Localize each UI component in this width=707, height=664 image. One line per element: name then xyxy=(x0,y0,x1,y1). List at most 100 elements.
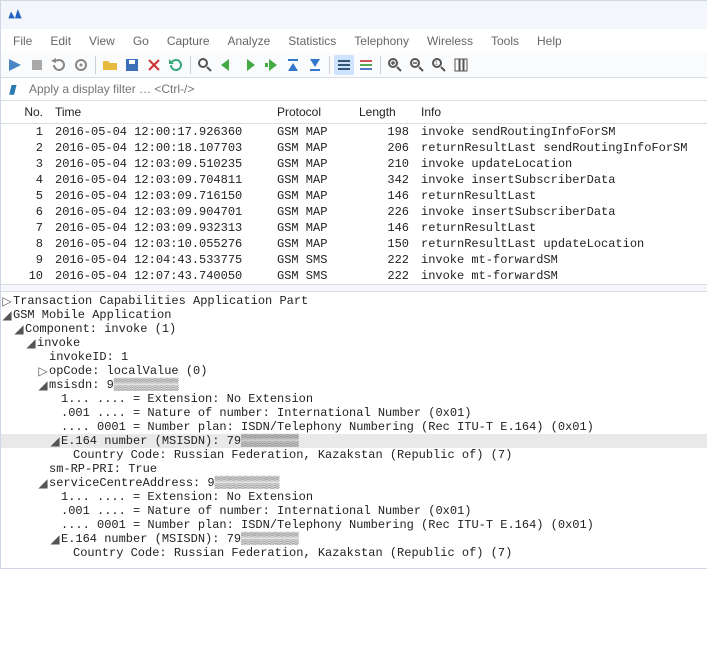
packet-row[interactable]: 62016-05-04 12:03:09.904701GSM MAP226inv… xyxy=(1,204,707,220)
packet-row[interactable]: 32016-05-04 12:03:09.510235GSM MAP210inv… xyxy=(1,156,707,172)
tree-ext2[interactable]: 1... .... = Extension: No Extension xyxy=(61,490,313,504)
display-filter-input[interactable] xyxy=(23,78,707,100)
tree-gsm[interactable]: GSM Mobile Application xyxy=(13,308,171,322)
collapse-icon[interactable]: ◢ xyxy=(1,308,13,322)
menu-file[interactable]: File xyxy=(5,31,40,51)
packet-row[interactable]: 82016-05-04 12:03:10.055276GSM MAP150ret… xyxy=(1,236,707,252)
cell-no: 7 xyxy=(1,220,49,236)
tree-e164[interactable]: E.164 number (MSISDN): 79▒▒▒▒▒▒▒▒ xyxy=(61,434,299,448)
capture-stop-icon[interactable] xyxy=(27,55,47,75)
save-file-icon[interactable] xyxy=(122,55,142,75)
menu-help[interactable]: Help xyxy=(529,31,570,51)
zoom-reset-icon[interactable]: 1 xyxy=(429,55,449,75)
col-info[interactable]: Info xyxy=(415,101,707,123)
tree-ext[interactable]: 1... .... = Extension: No Extension xyxy=(61,392,313,406)
app-window: File Edit View Go Capture Analyze Statis… xyxy=(0,0,707,569)
collapse-icon[interactable]: ◢ xyxy=(13,322,25,336)
svg-text:1: 1 xyxy=(435,61,438,67)
collapse-icon[interactable]: ◢ xyxy=(37,378,49,392)
display-filter-bar: ▮ xyxy=(1,78,707,101)
tree-plan2[interactable]: .... 0001 = Number plan: ISDN/Telephony … xyxy=(61,518,594,532)
tree-plan[interactable]: .... 0001 = Number plan: ISDN/Telephony … xyxy=(61,420,594,434)
tree-opcode[interactable]: opCode: localValue (0) xyxy=(49,364,207,378)
tree-smrp[interactable]: sm-RP-PRI: True xyxy=(49,462,157,476)
tree-msisdn[interactable]: msisdn: 9▒▒▒▒▒▒▒▒▒ xyxy=(49,378,179,392)
filter-bookmark-icon[interactable]: ▮ xyxy=(1,78,23,100)
menu-wireless[interactable]: Wireless xyxy=(419,31,481,51)
packet-row[interactable]: 22016-05-04 12:00:18.107703GSM MAP206ret… xyxy=(1,140,707,156)
cell-info: invoke sendRoutingInfoForSM xyxy=(415,124,707,140)
tree-cc[interactable]: Country Code: Russian Federation, Kazaks… xyxy=(73,448,512,462)
auto-scroll-icon[interactable] xyxy=(334,55,354,75)
menu-view[interactable]: View xyxy=(81,31,123,51)
collapse-icon[interactable]: ◢ xyxy=(49,532,61,546)
reload-icon[interactable] xyxy=(166,55,186,75)
go-forward-icon[interactable] xyxy=(239,55,259,75)
cell-info: returnResultLast updateLocation xyxy=(415,236,707,252)
go-last-icon[interactable] xyxy=(305,55,325,75)
col-time[interactable]: Time xyxy=(49,101,271,123)
col-proto[interactable]: Protocol xyxy=(271,101,353,123)
menu-edit[interactable]: Edit xyxy=(42,31,79,51)
collapse-icon[interactable]: ◢ xyxy=(37,476,49,490)
cell-protocol: GSM MAP xyxy=(271,236,353,252)
colorize-icon[interactable] xyxy=(356,55,376,75)
expand-icon[interactable]: ▷ xyxy=(1,294,13,308)
tree-component[interactable]: Component: invoke (1) xyxy=(25,322,176,336)
capture-restart-icon[interactable] xyxy=(49,55,69,75)
separator xyxy=(329,56,330,74)
find-icon[interactable] xyxy=(195,55,215,75)
tree-cc2[interactable]: Country Code: Russian Federation, Kazaks… xyxy=(73,546,512,560)
close-file-icon[interactable] xyxy=(144,55,164,75)
menu-analyze[interactable]: Analyze xyxy=(220,31,279,51)
tree-nature[interactable]: .001 .... = Nature of number: Internatio… xyxy=(61,406,471,420)
packet-list[interactable]: No. Time Protocol Length Info 12016-05-0… xyxy=(1,101,707,284)
collapse-icon[interactable]: ◢ xyxy=(25,336,37,350)
expand-icon[interactable]: ▷ xyxy=(37,364,49,378)
go-back-icon[interactable] xyxy=(217,55,237,75)
tree-invokeid[interactable]: invokeID: 1 xyxy=(49,350,128,364)
cell-info: returnResultLast xyxy=(415,220,707,236)
cell-time: 2016-05-04 12:03:09.904701 xyxy=(49,204,271,220)
packet-row[interactable]: 102016-05-04 12:07:43.740050GSM SMS222in… xyxy=(1,268,707,284)
tree-sca[interactable]: serviceCentreAddress: 9▒▒▒▒▒▒▒▒▒ xyxy=(49,476,279,490)
packet-row[interactable]: 42016-05-04 12:03:09.704811GSM MAP342inv… xyxy=(1,172,707,188)
cell-no: 5 xyxy=(1,188,49,204)
cell-time: 2016-05-04 12:03:09.932313 xyxy=(49,220,271,236)
cell-no: 9 xyxy=(1,252,49,268)
menu-capture[interactable]: Capture xyxy=(159,31,218,51)
cell-protocol: GSM MAP xyxy=(271,156,353,172)
tree-tcap[interactable]: Transaction Capabilities Application Par… xyxy=(13,294,308,308)
packet-details[interactable]: ▷Transaction Capabilities Application Pa… xyxy=(1,292,707,568)
go-to-packet-icon[interactable] xyxy=(261,55,281,75)
pane-splitter[interactable] xyxy=(1,284,707,292)
tree-e164b[interactable]: E.164 number (MSISDN): 79▒▒▒▒▒▒▒▒ xyxy=(61,532,299,546)
menu-tools[interactable]: Tools xyxy=(483,31,527,51)
packet-row[interactable]: 92016-05-04 12:04:43.533775GSM SMS222inv… xyxy=(1,252,707,268)
capture-start-icon[interactable] xyxy=(5,55,25,75)
tree-invoke[interactable]: invoke xyxy=(37,336,80,350)
col-no[interactable]: No. xyxy=(1,101,49,123)
zoom-in-icon[interactable] xyxy=(385,55,405,75)
go-first-icon[interactable] xyxy=(283,55,303,75)
col-length[interactable]: Length xyxy=(353,101,415,123)
cell-protocol: GSM MAP xyxy=(271,124,353,140)
packet-row[interactable]: 12016-05-04 12:00:17.926360GSM MAP198inv… xyxy=(1,124,707,140)
open-file-icon[interactable] xyxy=(100,55,120,75)
zoom-out-icon[interactable] xyxy=(407,55,427,75)
cell-protocol: GSM SMS xyxy=(271,268,353,284)
packet-row[interactable]: 52016-05-04 12:03:09.716150GSM MAP146ret… xyxy=(1,188,707,204)
resize-columns-icon[interactable] xyxy=(451,55,471,75)
capture-options-icon[interactable] xyxy=(71,55,91,75)
cell-length: 222 xyxy=(353,268,415,284)
menu-telephony[interactable]: Telephony xyxy=(346,31,417,51)
packet-row[interactable]: 72016-05-04 12:03:09.932313GSM MAP146ret… xyxy=(1,220,707,236)
cell-length: 342 xyxy=(353,172,415,188)
tree-nature2[interactable]: .001 .... = Nature of number: Internatio… xyxy=(61,504,471,518)
cell-info: invoke insertSubscriberData xyxy=(415,172,707,188)
menu-go[interactable]: Go xyxy=(125,31,157,51)
collapse-icon[interactable]: ◢ xyxy=(49,434,61,448)
titlebar xyxy=(1,1,707,29)
menu-statistics[interactable]: Statistics xyxy=(280,31,344,51)
cell-protocol: GSM MAP xyxy=(271,220,353,236)
